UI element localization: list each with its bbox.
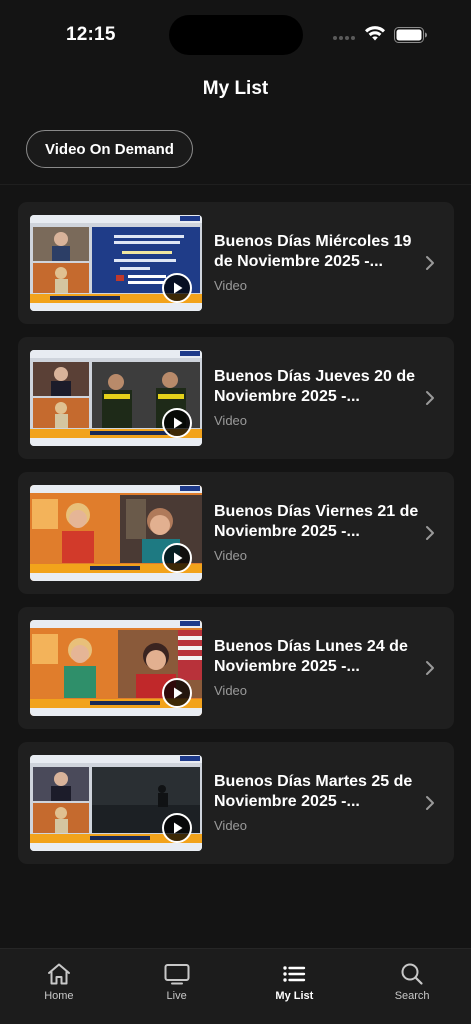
video-on-demand-filter-button[interactable]: Video On Demand — [26, 130, 193, 168]
home-icon — [47, 963, 70, 985]
play-icon — [162, 543, 192, 573]
video-thumbnail — [30, 755, 202, 851]
play-icon — [162, 273, 192, 303]
tab-home[interactable]: Home — [0, 949, 118, 1024]
video-type-label: Video — [214, 278, 248, 293]
play-icon — [162, 678, 192, 708]
wifi-icon — [365, 26, 385, 41]
screen: 12:15 My List Video On Demand Buenos Día… — [0, 0, 471, 1024]
tab-search[interactable]: Search — [353, 949, 471, 1024]
tab-my-list[interactable]: My List — [236, 949, 354, 1024]
video-thumbnail — [30, 485, 202, 581]
page-title: My List — [202, 78, 269, 99]
cellular-signal-icon — [333, 36, 355, 40]
video-title: Buenos Días Lunes 24 de Noviembre 2025 -… — [214, 638, 408, 675]
tab-bar: Home Live My List Search — [0, 948, 471, 1024]
video-title: Buenos Días Viernes 21 de Noviembre 2025… — [214, 503, 419, 540]
chevron-right-icon — [426, 256, 434, 270]
my-list: Buenos Días Miércoles 19 de Noviembre 20… — [18, 202, 454, 877]
divider — [0, 184, 471, 185]
play-icon — [162, 408, 192, 438]
dynamic-island — [169, 15, 303, 55]
tab-live-label: Live — [166, 990, 187, 1002]
video-type-label: Video — [214, 818, 248, 833]
chevron-right-icon — [426, 391, 434, 405]
list-item[interactable]: Buenos Días Viernes 21 de Noviembre 2025… — [18, 472, 454, 594]
video-type-label: Video — [214, 548, 248, 563]
video-thumbnail — [30, 620, 202, 716]
chevron-right-icon — [426, 526, 434, 540]
play-icon — [162, 813, 192, 843]
chevron-right-icon — [426, 661, 434, 675]
video-thumbnail — [30, 215, 202, 311]
list-item[interactable]: Buenos Días Martes 25 de Noviembre 2025 … — [18, 742, 454, 864]
status-time: 12:15 — [66, 24, 116, 45]
search-icon — [401, 963, 423, 985]
video-title: Buenos Días Miércoles 19 de Noviembre 20… — [214, 233, 412, 270]
list-item[interactable]: Buenos Días Lunes 24 de Noviembre 2025 -… — [18, 607, 454, 729]
tab-my-list-label: My List — [275, 990, 314, 1002]
video-title: Buenos Días Martes 25 de Noviembre 2025 … — [214, 773, 413, 810]
list-item[interactable]: Buenos Días Jueves 20 de Noviembre 2025 … — [18, 337, 454, 459]
tab-search-label: Search — [394, 990, 430, 1002]
tv-icon — [164, 964, 190, 985]
status-bar: 12:15 — [0, 0, 471, 70]
chevron-right-icon — [426, 796, 434, 810]
list-item[interactable]: Buenos Días Miércoles 19 de Noviembre 20… — [18, 202, 454, 324]
list-icon — [283, 966, 306, 982]
video-type-label: Video — [214, 683, 248, 698]
video-type-label: Video — [214, 413, 248, 428]
video-thumbnail — [30, 350, 202, 446]
video-title: Buenos Días Jueves 20 de Noviembre 2025 … — [214, 368, 415, 405]
tab-home-label: Home — [44, 990, 74, 1002]
battery-icon — [394, 27, 427, 43]
tab-live[interactable]: Live — [118, 949, 236, 1024]
